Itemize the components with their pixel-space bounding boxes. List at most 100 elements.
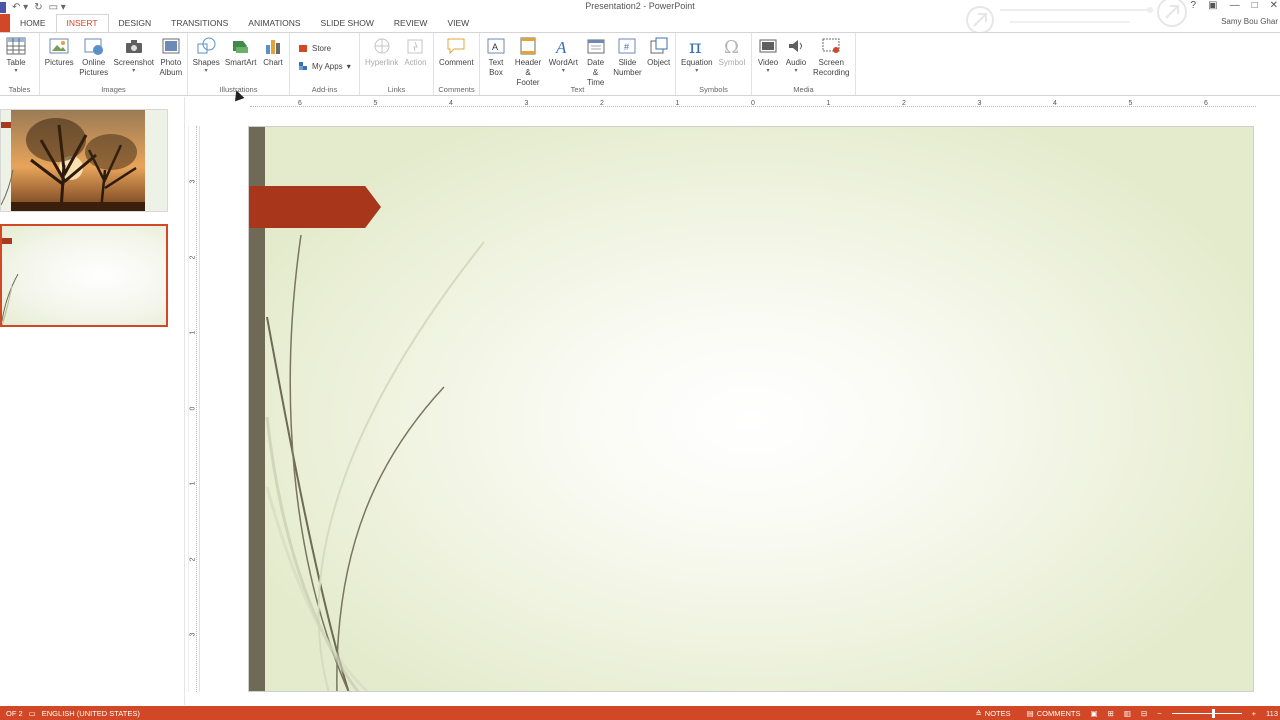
group-addins: Store My Apps ▾ Add-ins (290, 33, 360, 95)
chevron-down-icon: ▾ (204, 68, 208, 74)
tab-design[interactable]: DESIGN (109, 14, 162, 32)
ruler-tick-label: 3 (524, 100, 529, 107)
tab-animations[interactable]: ANIMATIONS (238, 14, 310, 32)
wordart-icon: A (552, 35, 574, 57)
tree-sunset-image (1, 110, 145, 211)
store-button[interactable]: Store (298, 43, 351, 53)
pictures-icon (48, 35, 70, 57)
text-box-label-2: Box (489, 68, 503, 77)
ruler-tick-label: 2 (600, 100, 604, 107)
screen-recording-label-1: Screen (818, 58, 844, 67)
chevron-down-icon: ▾ (346, 61, 351, 71)
ruler-tick-label: 6 (1204, 100, 1208, 107)
chevron-down-icon: ▾ (561, 68, 565, 74)
slide-2-curves (2, 273, 19, 325)
equation-label: Equation (681, 58, 713, 67)
online-pictures-label-2: Pictures (79, 68, 109, 77)
reading-view-icon[interactable]: ▥ (1124, 709, 1131, 718)
header-footer-label-1: Header (514, 58, 542, 67)
language-indicator[interactable]: ENGLISH (UNITED STATES) (42, 709, 140, 718)
my-apps-button[interactable]: My Apps ▾ (298, 61, 351, 71)
screen-recording-label-2: Recording (813, 68, 850, 77)
group-label-addins: Add-ins (311, 85, 338, 94)
ribbon-display-options-icon[interactable]: ▣ (1208, 0, 1217, 11)
table-icon (5, 35, 27, 57)
ruler-tick-label: 1 (675, 100, 680, 107)
zoom-in-icon[interactable]: + (1252, 709, 1256, 718)
tab-view[interactable]: VIEW (437, 14, 479, 32)
ruler-tick-label: 1 (826, 100, 831, 107)
group-label-symbols: Symbols (699, 85, 728, 94)
video-icon (757, 35, 779, 57)
slide-sorter-icon[interactable]: ⊞ (1108, 709, 1114, 718)
normal-view-icon[interactable]: ▣ (1090, 709, 1097, 718)
tab-home[interactable]: HOME (10, 14, 56, 32)
zoom-level[interactable]: 113 (1266, 709, 1278, 718)
pi-icon: π (686, 35, 708, 57)
group-media: Video ▾ Audio ▾ Screen Recording Media (752, 33, 856, 95)
ruler-tick-label: 5 (373, 100, 378, 107)
minimize-icon[interactable]: — (1230, 0, 1240, 11)
date-time-label-1: Date & (587, 58, 605, 77)
audio-label: Audio (785, 58, 807, 67)
ribbon-tabs: HOME INSERT DESIGN TRANSITIONS ANIMATION… (0, 14, 1280, 33)
vertical-ruler: 3 2 1 0 1 2 3 (188, 126, 200, 692)
text-box-label-1: Text (488, 58, 504, 67)
status-bar: OF 2 ▭ ENGLISH (UNITED STATES) ≙ NOTES ▤… (0, 706, 1280, 720)
ruler-tick-label: 5 (1128, 100, 1133, 107)
group-tables: Table ▾ Tables (0, 33, 40, 95)
help-icon[interactable]: ? (1191, 0, 1197, 11)
action-label: Action (404, 58, 427, 67)
group-label-images: Images (101, 85, 126, 94)
store-icon (299, 45, 307, 52)
ruler-tick-label: 3 (189, 179, 197, 184)
action-icon (404, 35, 426, 57)
omega-icon: Ω (721, 35, 743, 57)
smartart-label: SmartArt (224, 58, 257, 67)
file-tab[interactable] (0, 14, 10, 32)
slide-number-label-2: Number (613, 68, 642, 77)
svg-text:Ω: Ω (724, 37, 739, 55)
ruler-tick-label: 4 (449, 100, 453, 107)
photo-album-icon (160, 35, 182, 57)
pictures-label: Pictures (44, 58, 74, 67)
close-icon[interactable]: ✕ (1270, 0, 1278, 11)
group-label-comments: Comments (438, 85, 475, 94)
maximize-icon[interactable]: □ (1252, 0, 1258, 11)
group-symbols: π Equation ▾ Ω Symbol Symbols (676, 33, 752, 95)
ruler-tick-label: 6 (298, 100, 302, 107)
slide-1-arrow-marker (1, 122, 11, 128)
my-apps-icon (299, 62, 307, 70)
slide-thumbnail-2[interactable] (0, 224, 168, 327)
comments-label: COMMENTS (1036, 708, 1081, 718)
chevron-down-icon: ▾ (766, 68, 770, 74)
spell-check-icon[interactable]: ▭ (29, 709, 36, 718)
tab-transitions[interactable]: TRANSITIONS (161, 14, 238, 32)
comments-button[interactable]: ▤ COMMENTS (1027, 709, 1081, 718)
zoom-slider[interactable] (1171, 708, 1242, 718)
photo-album-label-2: Album (159, 68, 183, 77)
ruler-tick-label: 4 (1053, 100, 1057, 107)
slide-show-icon[interactable]: ⊟ (1141, 709, 1147, 718)
notes-button[interactable]: ≙ NOTES (975, 709, 1010, 718)
header-footer-icon (517, 35, 539, 57)
table-label: Table (6, 58, 26, 67)
slide-counter[interactable]: OF 2 (6, 709, 23, 718)
my-apps-label: My Apps (312, 61, 343, 71)
tab-slide-show[interactable]: SLIDE SHOW (311, 14, 384, 32)
ruler-tick-label: 0 (189, 406, 197, 410)
group-label-tables: Tables (8, 85, 31, 94)
slide-canvas[interactable] (248, 126, 1254, 692)
slide-thumbnail-1[interactable] (0, 109, 168, 212)
ruler-tick-label: 3 (977, 100, 982, 107)
tab-insert[interactable]: INSERT (55, 14, 109, 33)
svg-text:π: π (689, 37, 702, 55)
zoom-out-icon[interactable]: − (1157, 709, 1161, 718)
calendar-icon (585, 35, 607, 57)
tab-review[interactable]: REVIEW (384, 14, 438, 32)
group-images: Pictures Online Pictures Screenshot ▾ Ph… (40, 33, 188, 95)
store-label: Store (312, 43, 332, 53)
svg-text:A: A (555, 38, 567, 55)
window-controls: ? ▣ — □ ✕ (1191, 0, 1278, 11)
ruler-tick-label: 1 (189, 330, 197, 335)
